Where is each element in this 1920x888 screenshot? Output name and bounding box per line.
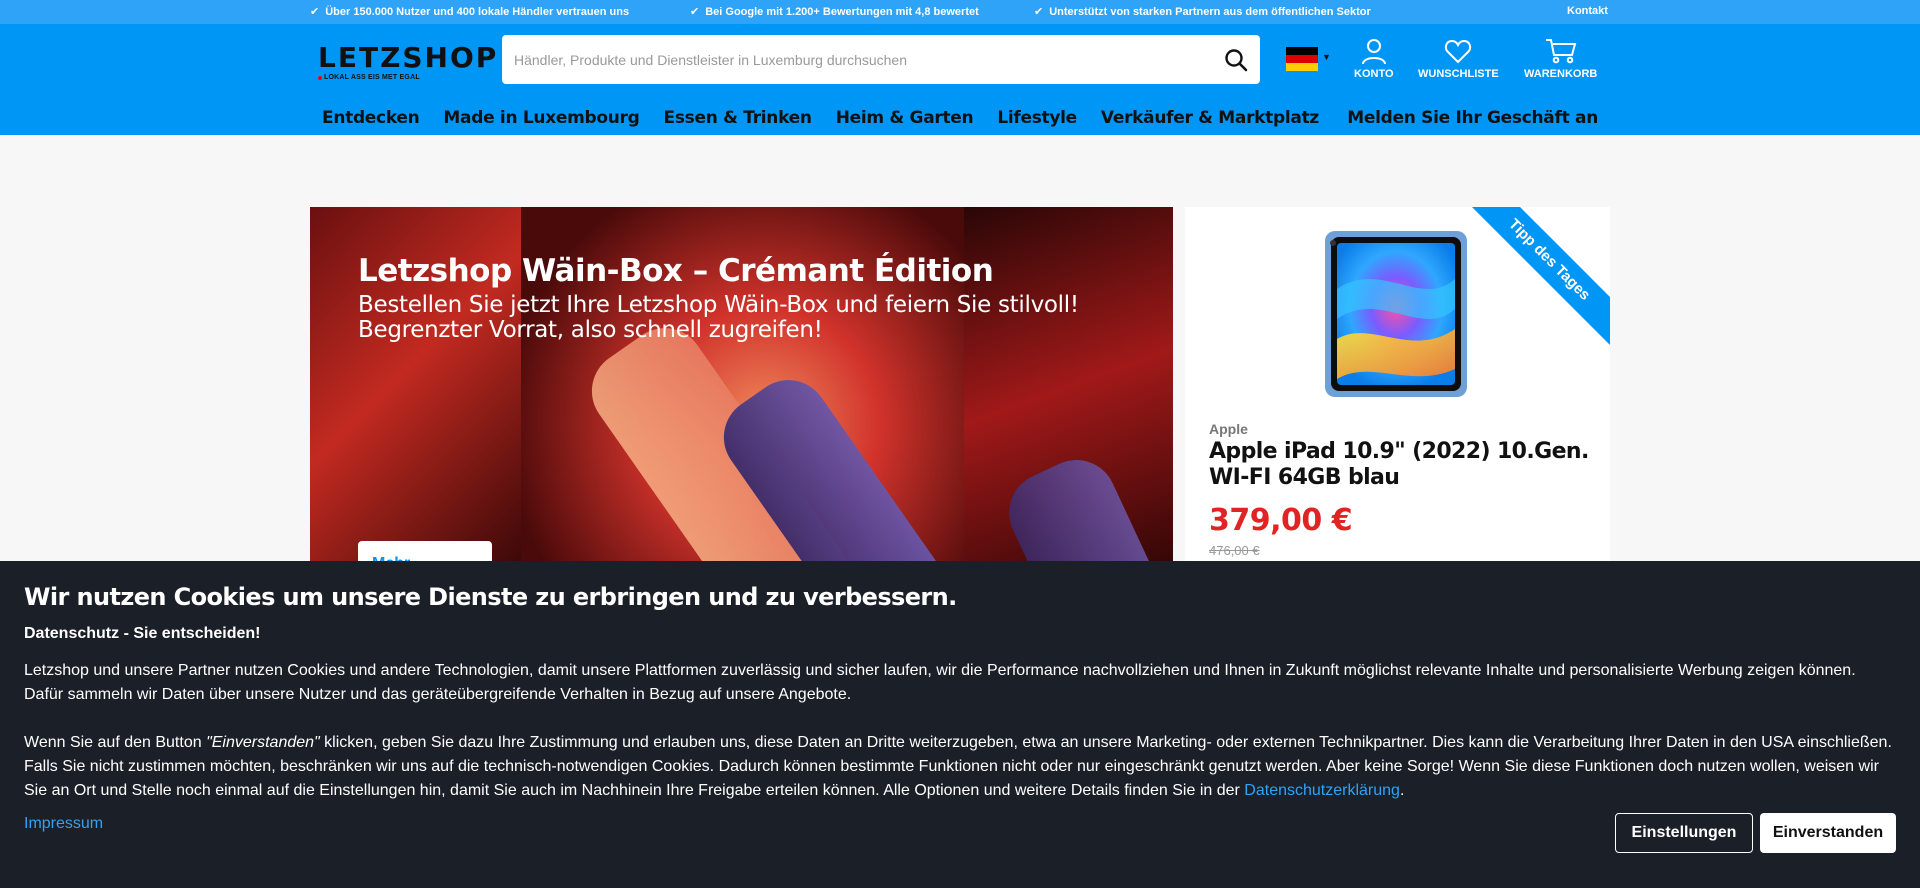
deal-of-the-day-card[interactable]: Tipp des Tages Apple Apple iPad 10.9" (2… (1185, 207, 1610, 567)
cookie-settings-button[interactable]: Einstellungen (1615, 813, 1753, 853)
cookie-subtitle: Datenschutz - Sie entscheiden! (24, 625, 261, 642)
register-business-link[interactable]: Melden Sie Ihr Geschäft an (1347, 108, 1598, 128)
cart-icon (1545, 39, 1576, 64)
site-header: LETZSHOP LOKAL ASS EIS MET EGAL ▼ KONTO … (0, 24, 1920, 135)
account-button[interactable]: KONTO (1354, 37, 1394, 80)
hero-banner[interactable]: Letzshop Wäin-Box – Crémant Édition Best… (310, 207, 1173, 567)
cookie-title: Wir nutzen Cookies um unsere Dienste zu … (24, 583, 957, 611)
letzshop-logo[interactable]: LETZSHOP LOKAL ASS EIS MET EGAL (318, 42, 496, 81)
product-brand: Apple (1209, 421, 1248, 437)
cart-button[interactable]: WARENKORB (1524, 37, 1597, 80)
cookie-paragraph-2: Wenn Sie auf den Button "Einverstanden" … (24, 734, 1892, 799)
cookie-consent-banner: Wir nutzen Cookies um unsere Dienste zu … (0, 561, 1920, 888)
hero-subtitle: Bestellen Sie jetzt Ihre Letzshop Wäin-B… (358, 292, 1079, 343)
consent-button-reference: "Einverstanden" (206, 734, 320, 751)
nav-item-entdecken[interactable]: Entdecken (322, 108, 420, 128)
check-icon: ✔ (690, 6, 700, 18)
search-icon[interactable] (1224, 48, 1248, 72)
impressum-link[interactable]: Impressum (24, 815, 103, 833)
trust-item-google: ✔ Bei Google mit 1.200+ Bewertungen mit … (690, 5, 979, 19)
heart-icon (1445, 39, 1472, 64)
cookie-accept-button[interactable]: Einverstanden (1760, 813, 1896, 853)
search-input[interactable] (514, 35, 1204, 84)
nav-item-verkaeufer-marktplatz[interactable]: Verkäufer & Marktplatz (1101, 108, 1319, 128)
main-navigation: Entdecken Made in Luxembourg Essen & Tri… (322, 108, 1343, 128)
user-icon (1361, 39, 1386, 65)
product-old-price: 476,00 € (1209, 543, 1260, 558)
deal-ribbon: Tipp des Tages (1462, 207, 1610, 347)
search-bar (502, 35, 1260, 84)
nav-item-heim-garten[interactable]: Heim & Garten (836, 108, 974, 128)
nav-item-essen-trinken[interactable]: Essen & Trinken (664, 108, 812, 128)
trust-item-users: ✔ Über 150.000 Nutzer und 400 lokale Hän… (310, 5, 630, 19)
nav-item-lifestyle[interactable]: Lifestyle (997, 108, 1077, 128)
check-icon: ✔ (1034, 6, 1044, 18)
product-name[interactable]: Apple iPad 10.9" (2022) 10.Gen. WI-FI 64… (1209, 439, 1599, 491)
product-price: 379,00 € (1209, 503, 1353, 538)
red-dot-icon (318, 75, 322, 80)
privacy-policy-link[interactable]: Datenschutzerklärung (1244, 782, 1400, 799)
cookie-paragraph-1: Letzshop und unsere Partner nutzen Cooki… (24, 662, 1856, 703)
language-flag-de-icon[interactable] (1286, 47, 1318, 71)
wishlist-button[interactable]: WUNSCHLISTE (1418, 37, 1499, 80)
nav-item-made-in-luxembourg[interactable]: Made in Luxembourg (443, 108, 639, 128)
trust-item-partners: ✔ Unterstützt von starken Partnern aus d… (1034, 5, 1371, 19)
contact-link[interactable]: Kontakt (1567, 5, 1608, 17)
ipad-product-image (1325, 231, 1467, 397)
top-info-bar: ✔ Über 150.000 Nutzer und 400 lokale Hän… (0, 0, 1920, 24)
logo-tagline: LOKAL ASS EIS MET EGAL (318, 74, 488, 81)
check-icon: ✔ (310, 6, 320, 18)
hero-title: Letzshop Wäin-Box – Crémant Édition (358, 253, 994, 289)
caret-down-icon[interactable]: ▼ (1322, 52, 1331, 62)
